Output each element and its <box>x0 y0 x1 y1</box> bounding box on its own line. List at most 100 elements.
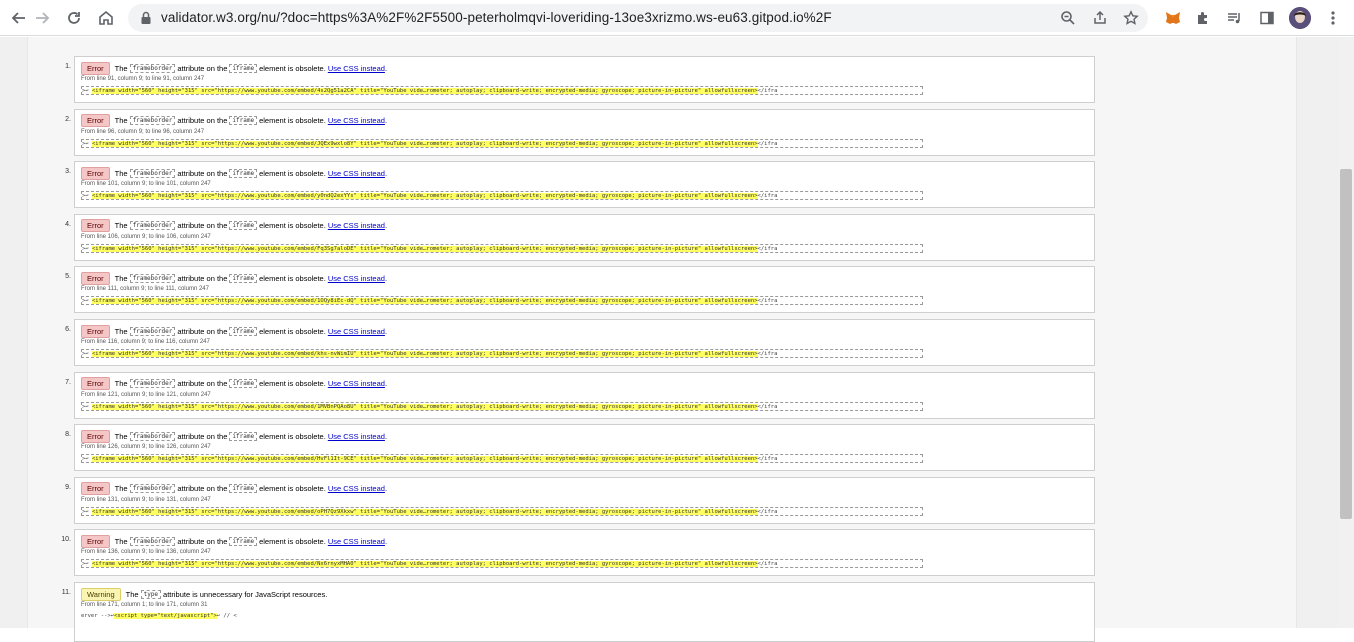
error-badge: Error <box>81 429 110 443</box>
message-text-the: The <box>125 589 139 599</box>
use-css-link[interactable]: Use CSS instead <box>328 537 385 546</box>
extract-suffix: </ifra <box>757 245 778 252</box>
message-text-attr: attribute on the <box>177 536 228 546</box>
scrollbar-thumb[interactable] <box>1340 169 1352 519</box>
period: . <box>384 221 388 231</box>
use-css-link[interactable]: Use CSS instead <box>328 116 385 125</box>
vertical-scrollbar[interactable] <box>1338 37 1354 628</box>
profile-avatar[interactable] <box>1289 7 1311 29</box>
element-name: iframe <box>229 484 258 494</box>
element-name: iframe <box>229 168 258 178</box>
attribute-name: frameborder <box>129 116 176 126</box>
message-text-attr: attribute on the <box>177 116 228 126</box>
message-number: 3. <box>65 168 71 176</box>
location-text: From line 116, column 9; to line 116, co… <box>81 339 210 345</box>
warning-badge: Warning <box>81 587 121 601</box>
profile-picture-icon <box>1289 7 1311 29</box>
extract-prefix: >↩ <box>82 456 92 463</box>
message-error: Error The frameborder attribute on the ifram… <box>74 371 1095 419</box>
use-css-link[interactable]: Use CSS instead <box>328 221 385 230</box>
url-text[interactable]: validator.w3.org/nu/?doc=https%3A%2F%2F5… <box>161 10 832 25</box>
message-text-attr: attribute on the <box>177 379 228 389</box>
message-text-attr: attribute on the <box>177 63 228 73</box>
home-button[interactable] <box>94 6 118 30</box>
message-text-the: The <box>114 221 128 231</box>
error-badge: Error <box>81 219 110 233</box>
message-error: Error The frameborder attribute on the ifram… <box>74 529 1095 577</box>
message-line: Error The frameborder attribute on the ifram… <box>81 219 388 233</box>
back-button[interactable] <box>7 6 31 30</box>
location-text: From line 126, column 9; to line 126, co… <box>81 444 211 451</box>
forward-button[interactable] <box>30 6 54 30</box>
attribute-name: type <box>140 589 162 599</box>
element-name: iframe <box>229 63 258 73</box>
address-bar[interactable]: validator.w3.org/nu/?doc=https%3A%2F%2F5… <box>128 4 1148 32</box>
extract-highlight: <iframe width="560" height="315" src="ht… <box>91 193 758 200</box>
extract-suffix: </ifra <box>757 193 778 200</box>
extract-highlight: <script type="text/javascript"> <box>114 613 217 619</box>
message-text-the: The <box>114 431 128 441</box>
zoom-icon[interactable] <box>1058 8 1078 28</box>
location-text: From line 171, column 1; to line 171, co… <box>81 602 208 608</box>
extract-highlight: <iframe width="560" height="315" src="ht… <box>91 298 758 305</box>
use-css-link[interactable]: Use CSS instead <box>328 484 385 493</box>
message-number: 4. <box>65 220 71 228</box>
message-text-obsolete: element is obsolete. <box>259 221 326 231</box>
extract-prefix: >↩ <box>82 193 92 200</box>
location-text: From line 111, column 9; to line 111, co… <box>81 286 209 293</box>
message-number: 8. <box>65 431 71 439</box>
period: . <box>384 326 388 336</box>
use-css-link[interactable]: Use CSS instead <box>328 169 385 178</box>
error-badge: Error <box>81 482 110 496</box>
message-text-the: The <box>114 484 128 494</box>
message-text-the: The <box>114 63 128 73</box>
element-name: iframe <box>229 536 258 546</box>
chrome-menu-button[interactable] <box>1321 6 1345 30</box>
message-text-obsolete: element is obsolete. <box>259 484 326 494</box>
extract-prefix: >↩ <box>82 561 92 568</box>
media-control-icon[interactable] <box>1222 6 1246 30</box>
use-css-link[interactable]: Use CSS instead <box>328 379 385 388</box>
message-line: Warning The type attribute is unnecessary f… <box>81 587 328 601</box>
metamask-extension-icon[interactable] <box>1161 6 1185 30</box>
extensions-puzzle-icon[interactable] <box>1191 6 1215 30</box>
message-text-the: The <box>114 379 128 389</box>
attribute-name: frameborder <box>129 431 176 441</box>
message-text-obsolete: element is obsolete. <box>259 168 326 178</box>
extract-highlight: <iframe width="560" height="315" src="ht… <box>91 140 758 147</box>
error-badge: Error <box>81 61 110 75</box>
use-css-link[interactable]: Use CSS instead <box>328 327 385 336</box>
message-number: 11. <box>61 589 71 596</box>
attribute-name: frameborder <box>129 221 176 231</box>
message-error: Error The frameborder attribute on the ifram… <box>74 319 1095 366</box>
forward-arrow-icon <box>36 12 50 24</box>
use-css-link[interactable]: Use CSS instead <box>328 432 385 441</box>
extract-suffix: </ifra <box>757 351 778 357</box>
validator-results: 1. Error The frameborder attribute on the ifr… <box>27 37 1297 642</box>
code-extract: >↩ <iframe width="560" height="315" src=… <box>81 454 923 464</box>
attribute-name: frameborder <box>129 273 176 283</box>
use-css-link[interactable]: Use CSS instead <box>328 274 385 283</box>
attribute-name: frameborder <box>129 326 176 336</box>
message-line: Error The frameborder attribute on the ifram… <box>81 482 387 496</box>
attribute-name: frameborder <box>129 536 176 546</box>
location-text: From line 136, column 9; to line 136, co… <box>81 549 211 556</box>
share-icon[interactable] <box>1090 8 1110 28</box>
use-css-link[interactable]: Use CSS instead <box>328 64 385 73</box>
location-text: From line 91, column 9; to line 91, colu… <box>81 76 205 82</box>
side-panel-icon[interactable] <box>1255 6 1279 30</box>
message-text-unnecessary: attribute is unnecessary for JavaScript … <box>163 589 328 599</box>
message-error: Error The frameborder attribute on the ifram… <box>74 476 1095 524</box>
message-number: 7. <box>65 378 71 386</box>
error-badge: Error <box>81 271 110 285</box>
message-line: Error The frameborder attribute on the ifram… <box>81 114 387 128</box>
message-error: Error The frameborder attribute on the ifram… <box>74 266 1095 314</box>
extract-prefix: erver -->↩ <box>81 613 115 619</box>
message-text-the: The <box>114 536 128 546</box>
message-text-obsolete: element is obsolete. <box>259 326 326 336</box>
reload-button[interactable] <box>62 6 86 30</box>
bookmark-star-icon[interactable] <box>1121 8 1141 28</box>
element-name: iframe <box>229 431 258 441</box>
attribute-name: frameborder <box>129 168 176 178</box>
element-name: iframe <box>229 326 258 336</box>
